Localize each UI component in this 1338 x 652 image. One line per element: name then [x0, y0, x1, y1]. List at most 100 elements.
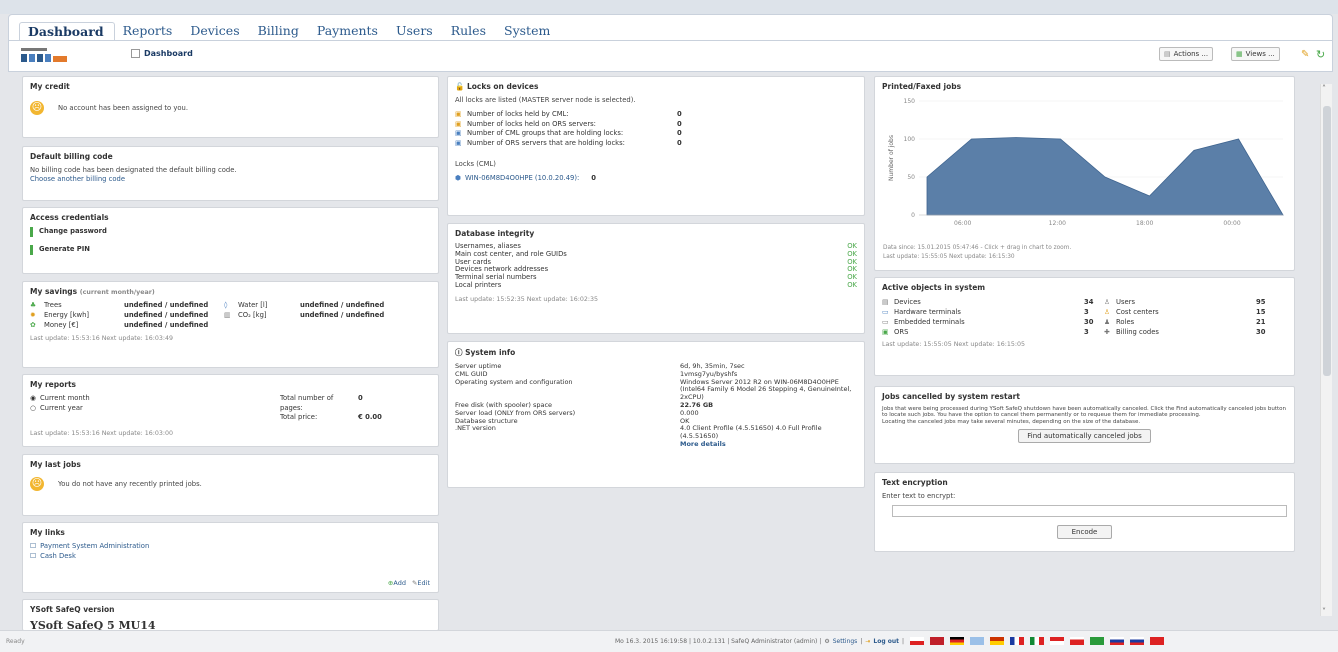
panel-title: My reports	[30, 380, 77, 389]
settings-icon: ⚙	[824, 637, 830, 645]
flag-fi-icon[interactable]	[970, 637, 984, 645]
choose-billing-link[interactable]: Choose another billing code	[30, 175, 431, 184]
views-icon: ▦	[1236, 50, 1243, 58]
current-month-radio[interactable]: ◉ Current month	[30, 394, 280, 404]
panel-title: My last jobs	[30, 460, 81, 469]
reports-footer: Last update: 15:53:16 Next update: 16:03…	[30, 429, 173, 437]
encode-button[interactable]: Encode	[1056, 525, 1113, 539]
current-year-radio[interactable]: ○ Current year	[30, 404, 280, 414]
pages-label: Total number of pages:	[280, 394, 334, 412]
users-icon: ♙	[1104, 298, 1111, 306]
server-node-icon: ⬢	[455, 174, 461, 182]
tab-system[interactable]: System	[496, 22, 560, 40]
change-password-link[interactable]: Change password	[30, 227, 431, 237]
scrollbar[interactable]: ˄ ˅	[1320, 84, 1332, 616]
x-tick-label: 06:00	[954, 220, 971, 227]
scroll-up-icon[interactable]: ˄	[1322, 84, 1326, 93]
panel-title: Access credentials	[30, 213, 109, 222]
panel-my-savings: My savings (current month/year) ♣ Trees un…	[22, 281, 439, 368]
flag-pl-icon[interactable]	[1050, 637, 1064, 645]
credit-text: No account has been assigned to you.	[58, 103, 189, 112]
breadcrumb[interactable]: Dashboard	[131, 49, 193, 58]
y-tick-label: 50	[907, 174, 915, 181]
panel-default-billing: Default billing code No billing code has…	[22, 146, 439, 201]
db-check-status: OK	[847, 280, 857, 289]
more-details-link[interactable]: More details	[680, 440, 860, 449]
y-tick-label: 150	[904, 98, 916, 105]
refresh-icon[interactable]: ↻	[1316, 48, 1325, 61]
y-tick-label: 0	[911, 212, 915, 219]
tab-rules[interactable]: Rules	[443, 22, 496, 40]
cancelled-text-2: Locating the canceled jobs may take seve…	[882, 418, 1141, 425]
flag-at-icon[interactable]	[1070, 637, 1084, 645]
views-button[interactable]: ▦ Views ...	[1231, 47, 1280, 61]
scroll-down-icon[interactable]: ˅	[1322, 607, 1326, 616]
flag-tr-icon[interactable]	[1150, 637, 1164, 645]
edit-link-button[interactable]: ✎Edit	[412, 579, 430, 587]
energy-icon: ✹	[30, 311, 36, 319]
ysoft-logo	[21, 48, 67, 62]
status-bar: Ready Mo 16.3. 2015 16:19:58 | 10.0.2.13…	[0, 630, 1338, 652]
panel-title: Default billing code	[30, 152, 113, 161]
link-payment-admin[interactable]: ☐ Payment System Administration	[30, 542, 431, 552]
ors-icon: ▣	[882, 328, 889, 336]
link-cash-desk[interactable]: ☐ Cash Desk	[30, 552, 431, 562]
generate-pin-link[interactable]: Generate PIN	[30, 245, 431, 255]
x-tick-label: 18:00	[1136, 220, 1153, 227]
server-lock-value: 0	[591, 174, 597, 182]
dashboard-icon	[131, 49, 140, 58]
tree-icon: ♣	[30, 301, 37, 309]
panel-title: Text encryption	[882, 478, 948, 487]
info-icon: ⓘ	[455, 348, 463, 357]
active-footer: Last update: 15:55:05 Next update: 16:15…	[882, 341, 1025, 348]
chart-footer-2: Last update: 15:55:05 Next update: 16:15…	[883, 254, 1015, 260]
db-integrity-row: Terminal serial numbers OK	[455, 273, 857, 282]
scrollbar-thumb[interactable]	[1323, 106, 1331, 376]
flag-dk-icon[interactable]	[930, 637, 944, 645]
find-cancelled-jobs-button[interactable]: Find automatically canceled jobs	[1018, 428, 1151, 443]
encrypt-input[interactable]	[892, 505, 1287, 517]
logout-link[interactable]: Log out	[873, 638, 899, 645]
flag-br-icon[interactable]	[1090, 637, 1104, 645]
tab-dashboard[interactable]: Dashboard	[19, 22, 115, 40]
locks-intro: All locks are listed (MASTER server node…	[455, 96, 636, 104]
panel-my-reports: My reports ◉ Current month ○ Current year …	[22, 374, 439, 447]
x-tick-label: 12:00	[1049, 220, 1066, 227]
panel-my-credit: My credit ☹ No account has been assigned…	[22, 76, 439, 138]
star-icon[interactable]: ✎	[1301, 49, 1309, 60]
tab-payments[interactable]: Payments	[309, 22, 388, 40]
password-icon	[30, 227, 33, 237]
tab-users[interactable]: Users	[388, 22, 443, 40]
flag-ru-icon[interactable]	[1110, 637, 1124, 645]
flag-it-icon[interactable]	[1030, 637, 1044, 645]
flag-de-icon[interactable]	[950, 637, 964, 645]
tab-billing[interactable]: Billing	[250, 22, 309, 40]
actions-button[interactable]: ▤ Actions ...	[1159, 47, 1214, 61]
panel-title: Active objects in system	[882, 283, 986, 292]
co2-icon: ▥	[224, 311, 231, 319]
lastjobs-text: You do not have any recently printed job…	[58, 479, 202, 488]
add-link-button[interactable]: ⊕Add	[388, 579, 406, 587]
flag-fr-icon[interactable]	[1010, 637, 1024, 645]
db-integrity-row: Local printers OK	[455, 280, 857, 290]
price-value: € 0.00	[358, 413, 382, 421]
tab-reports[interactable]: Reports	[115, 22, 183, 40]
flag-es-icon[interactable]	[990, 637, 1004, 645]
settings-link[interactable]: Settings	[833, 638, 858, 645]
panel-active-objects: Active objects in system ▤ Devices 34 ♙ Use…	[874, 277, 1295, 376]
flag-cz-icon[interactable]	[910, 637, 924, 645]
flag-sk-icon[interactable]	[1130, 637, 1144, 645]
lock-cml-icon: ▣	[455, 110, 462, 118]
panel-access-credentials: Access credentials Change password Gener…	[22, 207, 439, 274]
panel-text-encryption: Text encryption Enter text to encrypt: E…	[874, 472, 1295, 552]
panel-title: Database integrity	[455, 229, 535, 238]
nav-divider	[9, 40, 1332, 41]
panel-version: YSoft SafeQ version YSoft SafeQ 5 MU14	[22, 599, 439, 631]
breadcrumb-label: Dashboard	[144, 49, 193, 58]
panel-jobs-cancelled: Jobs cancelled by system restart Jobs th…	[874, 386, 1295, 464]
printed-jobs-chart[interactable]: 0 50 100 150 Number of jobs 06:00 12:00 18:00 00…	[883, 97, 1288, 229]
server-link[interactable]: WIN-06M8D4O0HPE (10.0.20.49):	[465, 174, 579, 184]
panel-title: My savings (current month/year)	[30, 287, 155, 296]
tab-devices[interactable]: Devices	[182, 22, 249, 40]
pages-value: 0	[358, 394, 363, 402]
